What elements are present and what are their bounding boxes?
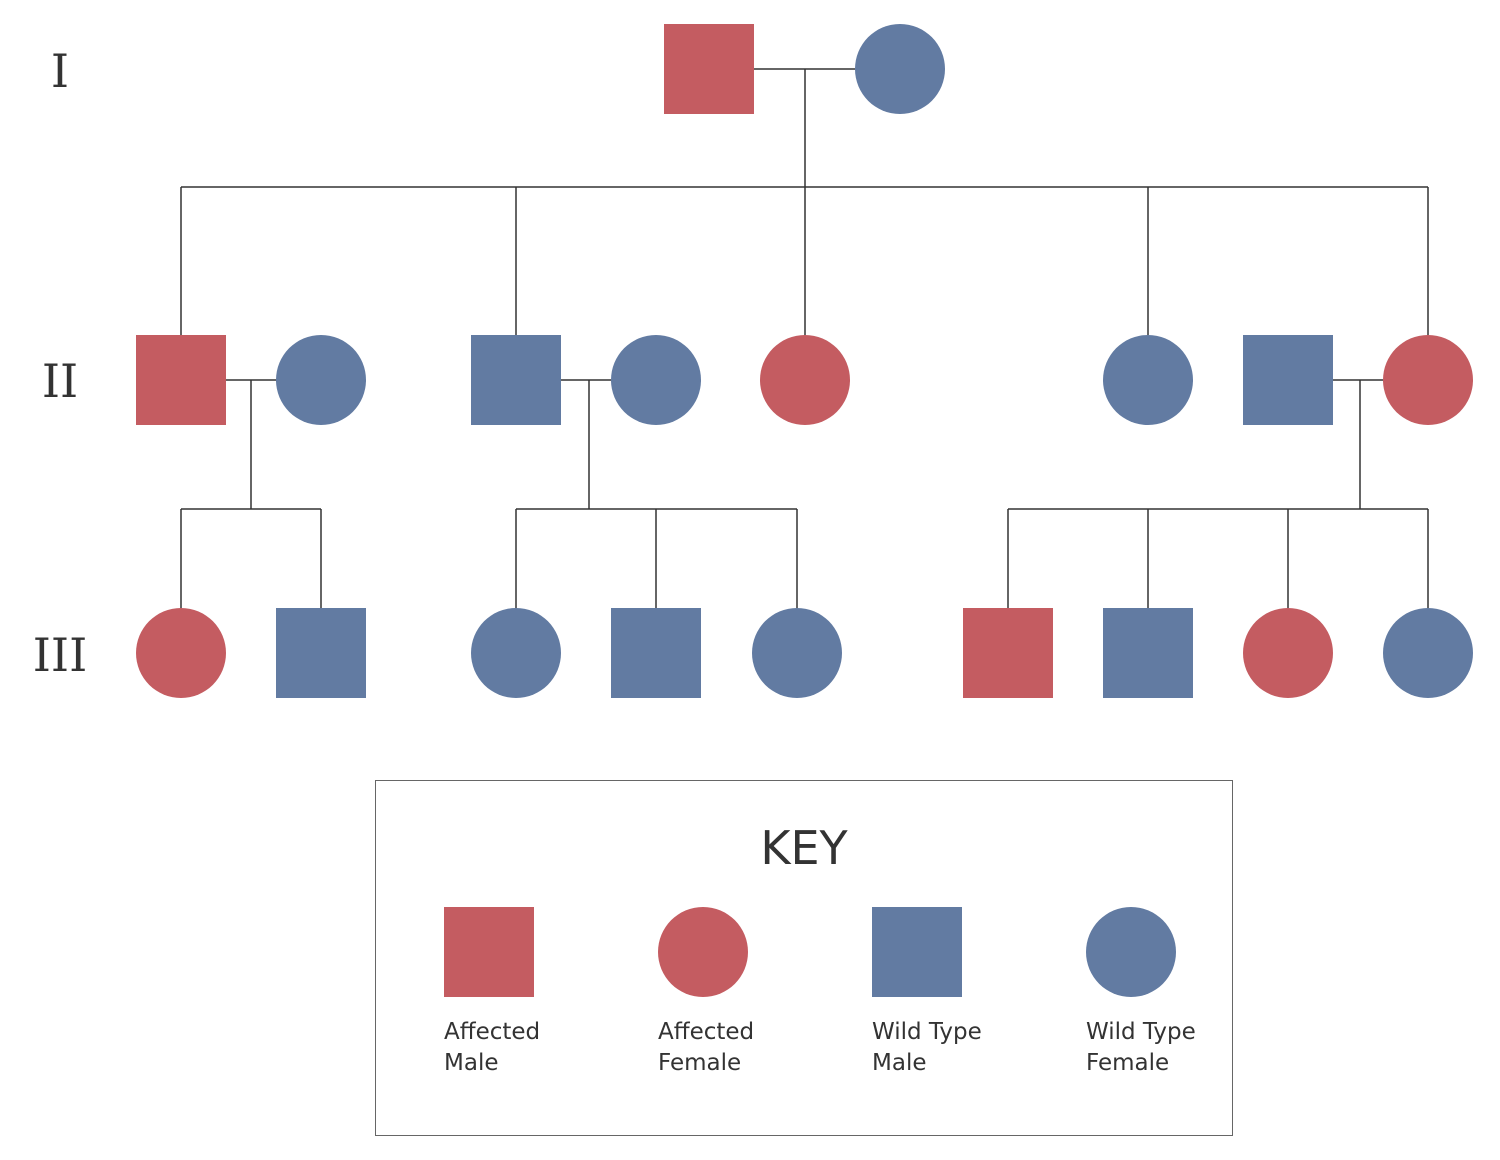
individual-i-1-affected-male: [664, 24, 754, 114]
legend-item-affected-female: Affected Female: [658, 907, 808, 1079]
individual-ii-1-affected-male: [136, 335, 226, 425]
individual-ii-5-affected-female: [760, 335, 850, 425]
individual-i-2-wild-type-female: [855, 24, 945, 114]
legend-item-wild-type-female: Wild Type Female: [1086, 907, 1236, 1079]
legend-title: KEY: [760, 821, 848, 875]
individual-iii-7-wild-type-male: [1103, 608, 1193, 698]
legend-item-wild-type-male: Wild Type Male: [872, 907, 1022, 1079]
individual-iii-2-wild-type-male: [276, 608, 366, 698]
affected-male-square-icon: [444, 907, 534, 997]
individual-iii-1-affected-female: [136, 608, 226, 698]
legend-label: Affected Male: [444, 1019, 541, 1076]
wild-type-female-circle-icon: [1086, 907, 1176, 997]
generation-label-2: II: [41, 354, 79, 408]
individual-ii-2-wild-type-female: [276, 335, 366, 425]
individual-ii-4-wild-type-female: [611, 335, 701, 425]
individual-iii-6-affected-male: [963, 608, 1053, 698]
generation-label-1: I: [50, 44, 70, 98]
legend-label: Wild Type Male: [872, 1019, 982, 1076]
generation-label-3: III: [32, 628, 88, 682]
pedigree-chart: [136, 24, 1473, 698]
wild-type-male-square-icon: [872, 907, 962, 997]
individual-iii-8-affected-female: [1243, 608, 1333, 698]
individual-ii-3-wild-type-male: [471, 335, 561, 425]
individual-ii-6-wild-type-female: [1103, 335, 1193, 425]
legend-label: Wild Type Female: [1086, 1019, 1196, 1076]
individual-iii-4-wild-type-male: [611, 608, 701, 698]
affected-female-circle-icon: [658, 907, 748, 997]
individual-iii-3-wild-type-female: [471, 608, 561, 698]
legend-label: Affected Female: [658, 1019, 755, 1076]
legend-item-affected-male: Affected Male: [444, 907, 594, 1079]
legend-key: KEY Affected Male Affected Female Wild T…: [375, 780, 1233, 1136]
individual-ii-8-affected-female: [1383, 335, 1473, 425]
individual-iii-9-wild-type-female: [1383, 608, 1473, 698]
individual-ii-7-wild-type-male: [1243, 335, 1333, 425]
individual-iii-5-wild-type-female: [752, 608, 842, 698]
